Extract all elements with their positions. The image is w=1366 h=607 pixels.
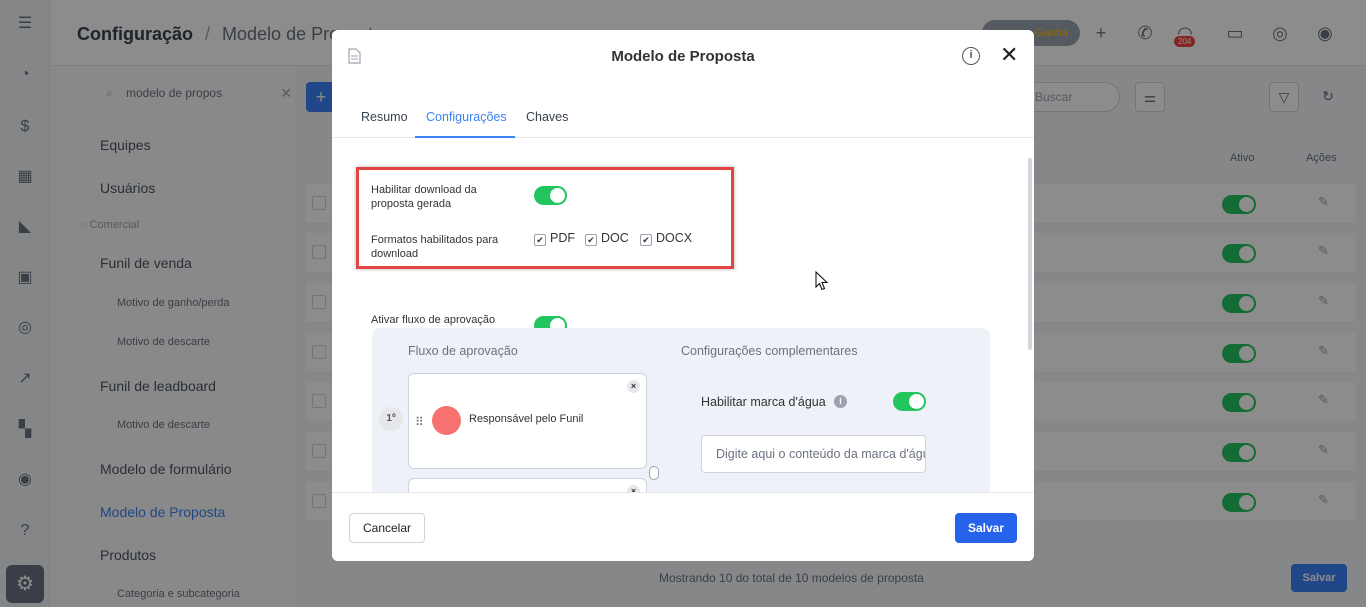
scrollbar[interactable] — [1028, 158, 1032, 350]
close-icon[interactable]: ✕ — [1000, 43, 1018, 67]
dialog-body: Habilitar download da proposta gerada Fo… — [332, 138, 1034, 492]
watermark-toggle[interactable] — [893, 392, 926, 411]
remove-approver-icon[interactable]: × — [627, 485, 640, 492]
download-label: Habilitar download da proposta gerada — [371, 184, 477, 210]
checkbox-check-icon: ✔ — [585, 234, 597, 246]
dialog-footer: Cancelar Salvar — [332, 492, 1034, 561]
download-toggle[interactable] — [534, 186, 567, 205]
approver-name: Responsável pelo Funil — [469, 413, 584, 425]
format-pdf-checkbox[interactable]: ✔ PDF — [534, 231, 575, 246]
remove-approver-icon[interactable]: × — [627, 380, 640, 393]
format-docx-checkbox[interactable]: ✔ DOCX — [640, 231, 692, 246]
avatar — [432, 406, 461, 435]
tab-chaves[interactable]: Chaves — [526, 110, 568, 124]
dialog-title: Modelo de Proposta — [611, 48, 755, 65]
approval-panel: Fluxo de aprovação Configurações complem… — [372, 328, 990, 492]
format-doc-label: DOC — [601, 231, 629, 245]
format-docx-label: DOCX — [656, 231, 693, 245]
proposal-model-dialog: Modelo de Proposta i ✕ Resumo Configuraç… — [332, 30, 1034, 561]
approver-card[interactable]: × ⠿ Responsável pelo Funil — [408, 373, 647, 469]
checkbox-check-icon: ✔ — [640, 234, 652, 246]
watermark-info-icon[interactable]: i — [834, 395, 847, 408]
tab-resumo[interactable]: Resumo — [361, 110, 408, 124]
formats-label: Formatos habilitados para download — [371, 234, 499, 260]
cancel-button[interactable]: Cancelar — [349, 513, 425, 543]
step-number: 1º — [379, 407, 403, 431]
flow-header: Fluxo de aprovação — [408, 344, 518, 358]
approver-card[interactable]: × — [408, 478, 647, 492]
save-button[interactable]: Salvar — [955, 513, 1017, 543]
tab-configuracoes[interactable]: Configurações — [426, 110, 507, 124]
format-doc-checkbox[interactable]: ✔ DOC — [585, 231, 629, 246]
checkbox-check-icon: ✔ — [534, 234, 546, 246]
mouse-cursor-icon — [815, 271, 829, 291]
drag-handle-icon[interactable]: ⠿ — [415, 415, 424, 429]
info-icon[interactable]: i — [962, 47, 980, 65]
approval-flow-label: Ativar fluxo de aprovação — [371, 314, 496, 326]
watermark-label: Habilitar marca d'água — [701, 395, 826, 409]
link-icon[interactable] — [649, 466, 659, 480]
watermark-input[interactable]: Digite aqui o conteúdo da marca d'água — [701, 435, 926, 473]
format-pdf-label: PDF — [550, 231, 575, 245]
dialog-tabs: Resumo Configurações Chaves — [332, 103, 1034, 138]
extra-settings-header: Configurações complementares — [681, 344, 858, 358]
